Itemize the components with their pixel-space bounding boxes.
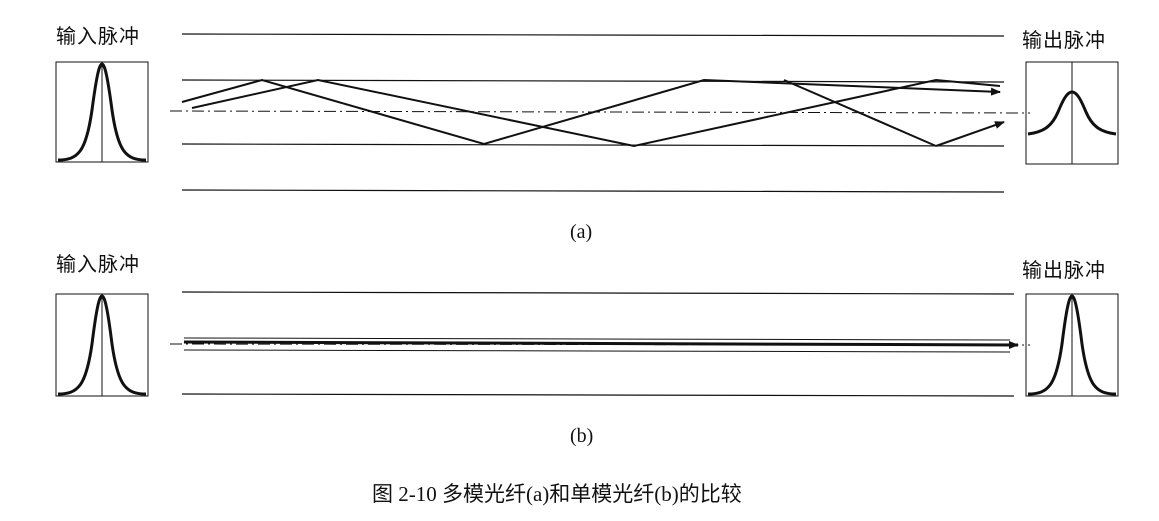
core-boundary-top-b [183, 337, 1011, 341]
single-mode-fiber [55, 291, 1119, 397]
core-boundary-bottom-a [181, 143, 1005, 147]
fiber-comparison-diagram [55, 33, 1119, 397]
output-pulse-box-a [1025, 61, 1119, 165]
core-boundary-bottom-b [183, 349, 1011, 353]
outer-boundary-top-b [181, 291, 1015, 295]
light-ray-1-a [181, 78, 1001, 146]
light-ray-5-a [935, 121, 1005, 147]
input-pulse-box-b [55, 293, 149, 397]
multimode-fiber [55, 33, 1119, 193]
input-pulse-box-a [55, 61, 149, 163]
outer-boundary-bottom-a [181, 189, 1005, 193]
fiber-axis-a [169, 110, 1031, 114]
output-pulse-box-b [1025, 293, 1119, 397]
outer-boundary-bottom-b [181, 393, 1015, 397]
core-boundary-top-a [181, 79, 1005, 83]
outer-boundary-top-a [181, 33, 1005, 37]
